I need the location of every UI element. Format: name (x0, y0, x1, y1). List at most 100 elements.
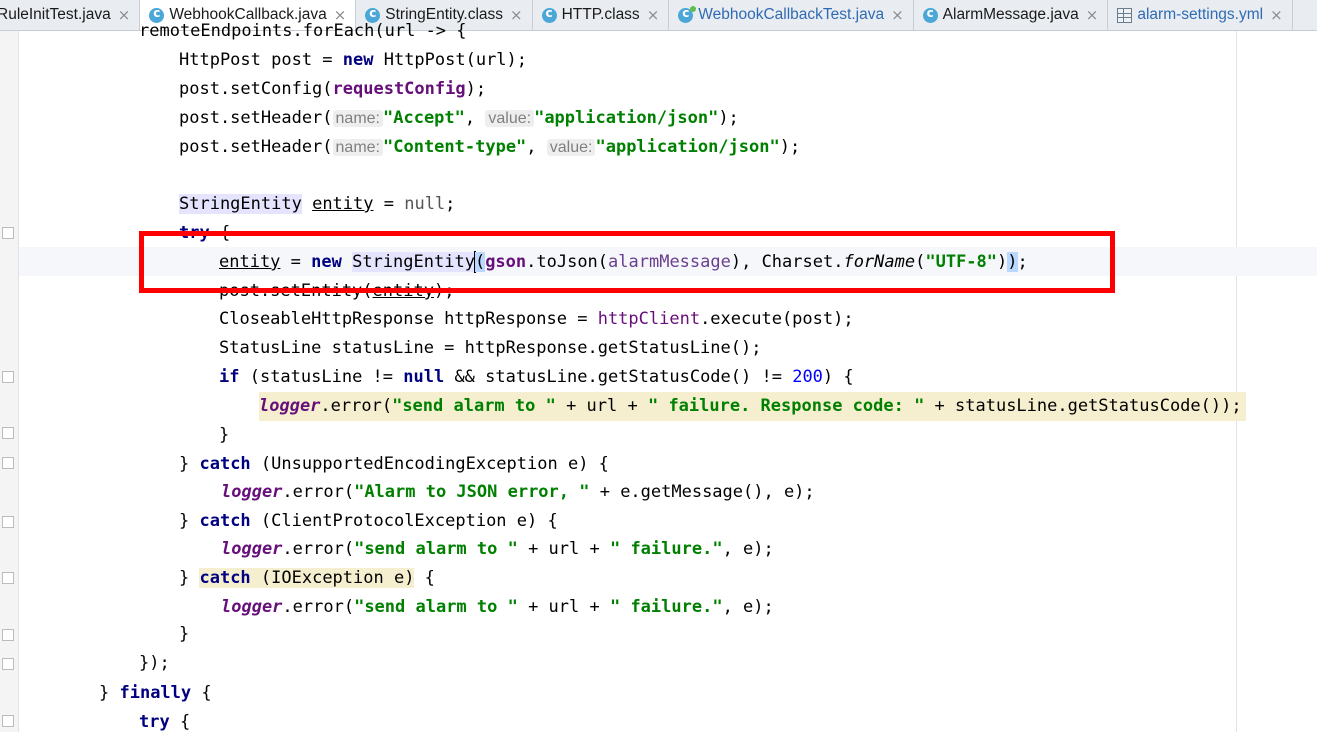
code-text: ); (718, 108, 739, 128)
keyword: try (139, 712, 170, 732)
code-text: + statusLine.getStatusCode()); (924, 396, 1242, 416)
code-line: remoteEndpoints.forEach(url -> { (139, 17, 467, 46)
string-literal: "send alarm to " (354, 539, 518, 559)
close-icon[interactable]: × (510, 6, 523, 24)
code-text: } (219, 425, 230, 445)
code-text: ); (779, 137, 801, 157)
code-line: } (219, 421, 229, 450)
tab-label: HTTP.class (561, 6, 640, 23)
code-line: } catch (ClientProtocolException e) { (179, 507, 558, 536)
parameter-hint: value: (485, 110, 535, 127)
close-icon[interactable]: × (1086, 6, 1099, 24)
code-line: logger.error("Alarm to JSON error, " + e… (221, 478, 815, 507)
code-text: + e.getMessage(), e); (589, 482, 815, 502)
keyword: catch (199, 511, 251, 531)
tab-alarm-settings-yml[interactable]: alarm-settings.yml × (1108, 0, 1293, 30)
code-text: .error( (282, 539, 355, 559)
highlight-annotation-box (139, 231, 1115, 293)
close-icon[interactable]: × (118, 6, 131, 24)
fold-marker-icon[interactable] (2, 516, 14, 528)
tab-label: RuleInitTest.java (0, 6, 111, 23)
code-text: && statusLine.getStatusCode() != (444, 367, 793, 387)
string-literal: "Alarm to JSON error, " (354, 482, 590, 502)
code-text: HttpPost(url); (373, 50, 528, 70)
fold-marker-icon[interactable] (2, 572, 14, 584)
code-text: ); (465, 79, 487, 99)
parameter-hint: name: (332, 139, 383, 156)
tab-alarm-message[interactable]: AlarmMessage.java × (914, 0, 1109, 30)
code-line: CloseableHttpResponse httpResponse = htt… (219, 305, 854, 334)
java-class-icon (922, 6, 938, 23)
tab-label: WebhookCallbackTest.java (698, 6, 885, 23)
code-text: { (169, 712, 191, 732)
close-icon[interactable]: × (891, 6, 904, 24)
code-line: } finally { (99, 679, 212, 708)
string-literal: "Accept" (383, 108, 465, 128)
code-text: } (179, 624, 190, 644)
logger-ref: logger (221, 539, 283, 559)
code-text: (ClientProtocolException e) { (250, 511, 558, 531)
field-ref: httpClient (597, 309, 701, 329)
code-text: post.setHeader( (179, 137, 333, 157)
code-text: .execute(post); (700, 309, 854, 329)
code-text: (UnsupportedEncodingException e) { (250, 454, 609, 474)
right-margin-guide (1236, 31, 1237, 732)
tab-label: AlarmMessage.java (942, 6, 1079, 23)
tab-webhook-callback-test[interactable]: WebhookCallbackTest.java × (669, 0, 914, 30)
tab-rule-init-test[interactable]: RuleInitTest.java × (0, 0, 141, 30)
code-text: .error( (282, 482, 355, 502)
code-text: (statusLine != (239, 367, 404, 387)
code-text: } (179, 511, 200, 531)
code-text: { (414, 568, 435, 588)
code-line-warning: logger.error("send alarm to " + url + " … (259, 392, 1246, 421)
compiled-class-icon (541, 6, 557, 23)
logger-ref: logger (259, 396, 321, 416)
editor-gutter[interactable] (0, 31, 19, 732)
code-text: CloseableHttpResponse httpResponse = (219, 309, 598, 329)
fold-marker-icon[interactable] (2, 227, 14, 239)
tab-label: alarm-settings.yml (1137, 6, 1264, 23)
fold-marker-icon[interactable] (2, 457, 14, 469)
close-icon[interactable]: × (1270, 6, 1283, 24)
code-line: logger.error("send alarm to " + url + " … (221, 593, 774, 622)
code-text: .error( (282, 597, 355, 617)
code-text: , e); (722, 597, 774, 617)
keyword: if (219, 367, 240, 387)
fold-marker-icon[interactable] (2, 715, 14, 727)
code-text: (IOException e) (250, 568, 415, 588)
variable-ref: entity (312, 194, 374, 214)
type-ref: StringEntity (179, 194, 302, 214)
string-literal: " failure." (609, 539, 723, 559)
code-line: StringEntity entity = null; (179, 190, 455, 219)
code-text: , e); (722, 539, 774, 559)
code-line: } catch (UnsupportedEncodingException e)… (179, 450, 609, 479)
fold-marker-icon[interactable] (2, 371, 14, 383)
code-line: } (179, 620, 189, 649)
fold-marker-icon[interactable] (2, 629, 14, 641)
code-line: if (statusLine != null && statusLine.get… (219, 363, 854, 392)
close-icon[interactable]: × (647, 6, 660, 24)
code-text: } (179, 454, 200, 474)
string-literal: "send alarm to " (392, 396, 556, 416)
code-text: , (526, 137, 547, 157)
code-line: try { (139, 708, 190, 737)
code-text: = (373, 194, 405, 214)
tab-http-class[interactable]: HTTP.class × (533, 0, 670, 30)
fold-marker-icon[interactable] (2, 658, 14, 670)
string-literal: " failure. Response code: " (647, 396, 925, 416)
code-line: } catch (IOException e) { (179, 564, 435, 593)
keyword: finally (119, 683, 192, 703)
code-text: } (99, 683, 120, 703)
code-text: + url + (517, 539, 610, 559)
code-text: post.setHeader( (179, 108, 333, 128)
code-line: logger.error("send alarm to " + url + " … (221, 535, 774, 564)
fold-marker-icon[interactable] (2, 427, 14, 439)
field-ref: requestConfig (332, 79, 466, 99)
code-text: HttpPost post = (179, 50, 343, 70)
code-line: post.setHeader(name: "Content-type", valu… (179, 133, 800, 162)
code-text: } (179, 568, 200, 588)
string-literal: "Content-type" (383, 137, 527, 157)
code-text: .error( (320, 396, 393, 416)
keyword: catch (199, 568, 251, 588)
